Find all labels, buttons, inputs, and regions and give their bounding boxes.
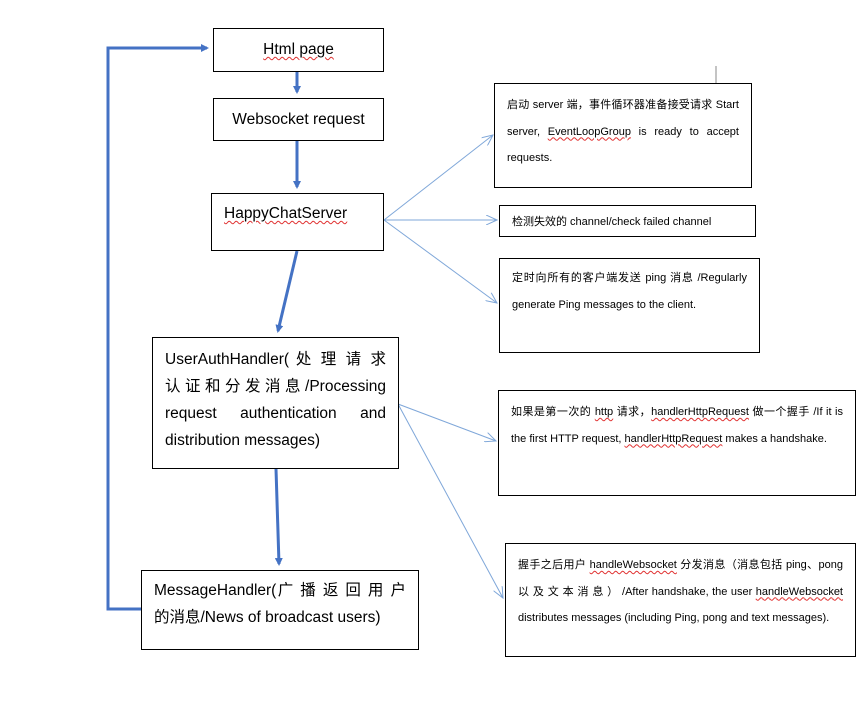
arrow-loop-back bbox=[106, 44, 209, 611]
note-check-channel: 检测失效的 channel/check failed channel bbox=[499, 205, 756, 237]
note-http-handshake: 如果是第一次的 http 请求，handlerHttpRequest 做一个握手… bbox=[498, 390, 856, 496]
arrow-auth-to-msg bbox=[274, 468, 283, 566]
node-messagehandler: MessageHandler(广 播 返 回 用 户 的消息/News of b… bbox=[141, 570, 419, 650]
node-happychatserver: HappyChatServer bbox=[211, 193, 384, 251]
node-websocket-request: Websocket request bbox=[213, 98, 384, 141]
arrow-server-to-auth bbox=[275, 250, 299, 333]
branch-arrow-1 bbox=[383, 135, 493, 221]
note-websocket-dispatch: 握手之后用户 handleWebsocket 分发消息（消息包括 ping、po… bbox=[505, 543, 856, 657]
branch-arrow-3 bbox=[383, 219, 497, 303]
note-ping: 定时向所有的客户端发送 ping 消息 /Regularly generate … bbox=[499, 258, 760, 353]
node-userauthhandler: UserAuthHandler( 处 理 请 求 认证和分发消息/Process… bbox=[152, 337, 399, 469]
note-start-server: 启动 server 端，事件循环器准备接受请求 Start server, Ev… bbox=[494, 83, 752, 188]
branch-arrow-4 bbox=[397, 403, 496, 441]
branch-arrow-5 bbox=[397, 403, 503, 598]
node-html-page: Html page bbox=[213, 28, 384, 72]
